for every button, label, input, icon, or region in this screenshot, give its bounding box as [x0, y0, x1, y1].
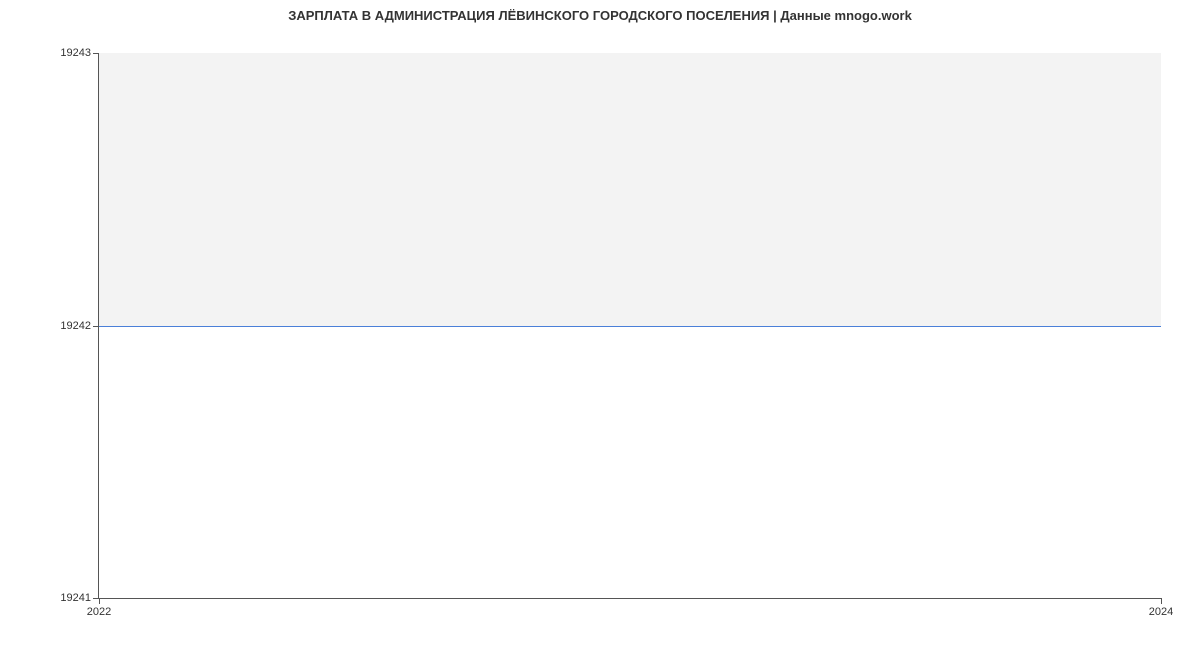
- chart-title: ЗАРПЛАТА В АДМИНИСТРАЦИЯ ЛЁВИНСКОГО ГОРО…: [288, 8, 912, 23]
- plot-area: 19243 19242 19241 2022 2024: [98, 53, 1161, 599]
- data-line: [99, 326, 1161, 327]
- y-tick-label: 19241: [60, 592, 91, 604]
- y-tick-label: 19243: [60, 47, 91, 59]
- plot-shade-upper: [99, 53, 1161, 326]
- y-tick-label: 19242: [60, 320, 91, 332]
- x-tick-label: 2024: [1149, 606, 1173, 618]
- plot-shade-lower: [99, 326, 1161, 599]
- x-tick-label: 2022: [87, 606, 111, 618]
